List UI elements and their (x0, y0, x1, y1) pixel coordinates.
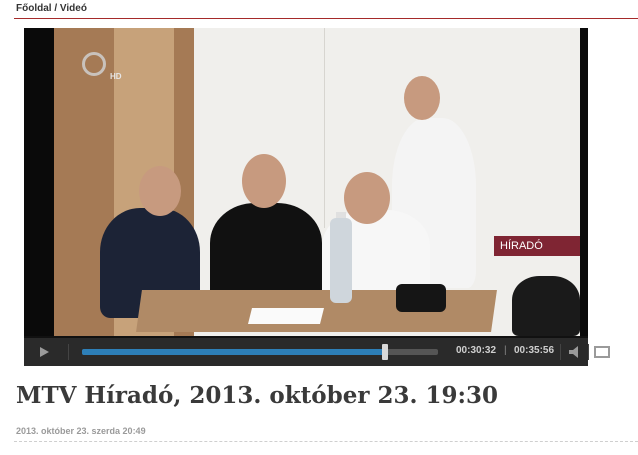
scene-door (324, 28, 325, 228)
channel-hd-label: HD (110, 72, 122, 81)
seek-progress (82, 349, 385, 355)
seek-bar[interactable] (82, 344, 438, 360)
news-overlay-badge: HÍRADÓ (494, 236, 580, 256)
scene-paper (248, 308, 324, 324)
channel-logo-icon (82, 52, 106, 76)
play-icon[interactable] (40, 347, 49, 357)
scene-person-right (512, 276, 580, 336)
article-date: 2013. október 23. szerda 20:49 (16, 426, 146, 436)
video-player[interactable]: HD HÍRADÓ 00:30:32 | 00:35:56 (24, 28, 610, 366)
top-divider (14, 18, 638, 19)
breadcrumb-separator: / (51, 3, 60, 14)
breadcrumb-current[interactable]: Videó (60, 3, 87, 14)
duration-time: 00:35:56 (514, 345, 555, 356)
scene-head (139, 166, 181, 216)
scene-head (404, 76, 440, 120)
scene-person (210, 203, 322, 303)
letterbox-left (24, 28, 54, 336)
letterbox-right (580, 28, 588, 336)
volume-icon[interactable] (568, 346, 584, 358)
controls-divider (68, 344, 69, 360)
controls-divider (560, 344, 561, 360)
scene-bag (396, 284, 446, 312)
controls-divider (588, 344, 589, 360)
time-separator: | (504, 345, 507, 356)
breadcrumb-home-link[interactable]: Főoldal (16, 3, 52, 14)
current-time: 00:30:32 (456, 345, 497, 356)
breadcrumb: Főoldal / Videó (16, 3, 87, 14)
player-controls: 00:30:32 | 00:35:56 (24, 338, 610, 366)
video-frame[interactable]: HD HÍRADÓ (24, 28, 588, 336)
bottom-divider (14, 441, 638, 442)
fullscreen-icon[interactable] (594, 346, 610, 358)
scene-head (344, 172, 390, 224)
scene-head (242, 154, 286, 208)
scene-bottle (330, 218, 352, 303)
page-title: MTV Híradó, 2013. október 23. 19:30 (16, 382, 498, 409)
seek-handle[interactable] (381, 344, 388, 360)
